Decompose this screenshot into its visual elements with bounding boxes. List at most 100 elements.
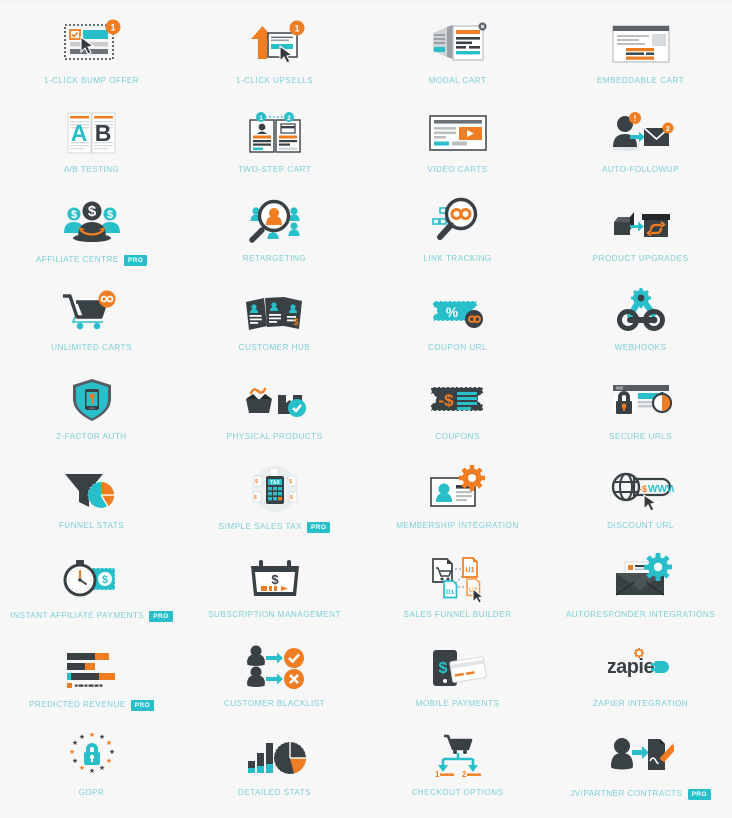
physical-products-icon: [239, 372, 311, 428]
feature-card-customer-hub[interactable]: $ CUSTOMER HUB: [183, 279, 366, 368]
feature-card-autoresponder-integrations[interactable]: AUTORESPONDER INTEGRATIONS: [549, 546, 732, 635]
feature-card-sales-funnel-builder[interactable]: U1 U2 D1 SALES FUNNEL BUILDER: [366, 546, 549, 635]
feature-card-product-upgrades[interactable]: PRODUCT UPGRADES: [549, 190, 732, 279]
feature-label: AFFILIATE CENTRE: [35, 255, 119, 265]
feature-card-detailed-stats[interactable]: DETAILED STATS: [183, 724, 366, 813]
svg-text:WWW: WWW: [648, 484, 674, 495]
feature-label: DETAILED STATS: [237, 788, 312, 797]
gdpr-icon: ★ ★ ★ ★ ★ ★ ★ ★ ★ ★ ★ ★: [56, 728, 128, 784]
sales-funnel-builder-icon: U1 U2 D1: [422, 550, 494, 606]
feature-card-link-tracking[interactable]: LINK TRACKING: [366, 190, 549, 279]
svg-text:★: ★: [71, 739, 77, 747]
svg-text:zapier: zapier: [608, 656, 662, 678]
feature-label: SUBSCRIPTION MANAGEMENT: [208, 610, 341, 619]
jv-partner-contracts-icon: [605, 728, 677, 784]
feature-card-subscription-management[interactable]: $ SUBSCRIPTION MANAGEMENT: [183, 546, 366, 635]
feature-label-row: AUTORESPONDER INTEGRATIONS: [566, 610, 715, 619]
feature-label-row: PRODUCT UPGRADES: [593, 254, 689, 263]
feature-label-row: PHYSICAL PRODUCTS: [226, 432, 322, 441]
feature-label-row: GDPR: [79, 788, 104, 797]
secure-urls-icon: [605, 372, 677, 428]
feature-label-row: CHECKOUT OPTIONS: [411, 788, 503, 797]
svg-text:2: 2: [666, 126, 670, 133]
feature-card-webhooks[interactable]: WEBHOOKS: [549, 279, 732, 368]
svg-text:TAX: TAX: [270, 480, 280, 486]
feature-label: AUTO-FOLLOWUP: [601, 165, 680, 174]
svg-text:★: ★: [88, 731, 94, 739]
feature-card-physical-products[interactable]: PHYSICAL PRODUCTS: [183, 368, 366, 457]
svg-text:$: $: [290, 495, 293, 501]
feature-label-row: DISCOUNT URL: [607, 521, 674, 530]
feature-card-secure-urls[interactable]: SECURE URLS: [549, 368, 732, 457]
unlimited-carts-icon: [56, 283, 128, 339]
svg-text:$: $: [293, 317, 298, 327]
svg-text:$: $: [255, 479, 258, 485]
feature-card-video-cart[interactable]: VIDEO CARTS: [366, 101, 549, 190]
feature-label: FUNNEL STATS: [58, 521, 125, 530]
svg-text:$: $: [87, 203, 96, 220]
feature-card-membership-integration[interactable]: MEMBERSHIP INTEGRATION: [366, 457, 549, 546]
top-section-divider: [0, 0, 732, 4]
checkout-options-icon: 1 2: [422, 728, 494, 784]
svg-text:!: !: [633, 114, 636, 123]
feature-card-embeddable-cart[interactable]: EMBEDDABLE CART: [549, 12, 732, 101]
feature-label: RETARGETING: [242, 254, 307, 263]
feature-card-affiliate-centre[interactable]: $ $ $ AFFILIATE CENTRE PRO: [0, 190, 183, 279]
feature-card-coupons[interactable]: -$ COUPONS: [366, 368, 549, 457]
feature-card-modal-cart[interactable]: MODAL CART: [366, 12, 549, 101]
feature-label-row: COUPON URL: [428, 343, 487, 352]
coupon-url-icon: %: [422, 283, 494, 339]
svg-text:$: $: [101, 574, 107, 586]
pro-badge: PRO: [130, 700, 155, 711]
feature-label-row: PREDICTED REVENUE PRO: [29, 700, 155, 711]
feature-card-instant-affiliate-payments[interactable]: $ INSTANT AFFILIATE PAYMENTS PRO: [0, 546, 183, 635]
mobile-payments-icon: $: [422, 639, 494, 695]
feature-card-checkout-options[interactable]: 1 2 CHECKOUT OPTIONS: [366, 724, 549, 813]
discount-url-icon: -$ WWW: [605, 461, 677, 517]
feature-card-discount-url[interactable]: -$ WWW DISCOUNT URL: [549, 457, 732, 546]
svg-text:★: ★: [98, 764, 104, 772]
feature-label-row: INSTANT AFFILIATE PAYMENTS PRO: [10, 611, 173, 622]
svg-text:A: A: [70, 120, 87, 146]
feature-card-coupon-url[interactable]: % COUPON URL: [366, 279, 549, 368]
pro-badge: PRO: [123, 255, 148, 266]
sales-tax-icon: $ $ $ $ TAX: [239, 461, 311, 517]
feature-card-auto-followup[interactable]: ! 2 AUTO-FOLLOWUP: [549, 101, 732, 190]
feature-card-sales-tax[interactable]: $ $ $ $ TAX SIMPLE SALES TAX PRO: [183, 457, 366, 546]
feature-card-two-factor-auth[interactable]: 2-FACTOR AUTH: [0, 368, 183, 457]
feature-label: INSTANT AFFILIATE PAYMENTS: [10, 611, 145, 621]
feature-card-mobile-payments[interactable]: $ MOBILE PAYMENTS: [366, 635, 549, 724]
svg-text:1: 1: [110, 22, 115, 32]
feature-card-gdpr[interactable]: ★ ★ ★ ★ ★ ★ ★ ★ ★ ★ ★ ★ GDPR: [0, 724, 183, 813]
auto-followup-icon: ! 2: [605, 105, 677, 161]
feature-label: 1-CLICK UPSELLS: [235, 76, 314, 85]
feature-label-row: WEBHOOKS: [615, 343, 667, 352]
feature-card-retargeting[interactable]: RETARGETING: [183, 190, 366, 279]
feature-card-customer-blacklist[interactable]: CUSTOMER BLACKLIST: [183, 635, 366, 724]
feature-card-bump-offer[interactable]: 1 1-CLICK BUMP OFFER: [0, 12, 183, 101]
svg-text:$: $: [438, 660, 447, 677]
feature-label-row: EMBEDDABLE CART: [597, 76, 684, 85]
feature-label-row: UNLIMITED CARTS: [51, 343, 132, 352]
two-factor-auth-icon: [56, 372, 128, 428]
feature-label: VIDEO CARTS: [427, 165, 488, 174]
svg-text:$: $: [271, 572, 279, 587]
feature-label: 2-FACTOR AUTH: [56, 432, 127, 441]
svg-text:★: ★: [68, 748, 74, 756]
feature-card-ab-testing[interactable]: A B A/B TESTING: [0, 101, 183, 190]
feature-card-upsell-arrow[interactable]: 1 1-CLICK UPSELLS: [183, 12, 366, 101]
svg-text:★: ★: [105, 739, 111, 747]
modal-cart-icon: [422, 16, 494, 72]
customer-blacklist-icon: [239, 639, 311, 695]
pro-badge: PRO: [149, 611, 173, 622]
feature-card-zapier-integration[interactable]: zapier ZAPIER INTEGRATION: [549, 635, 732, 724]
feature-label: MEMBERSHIP INTEGRATION: [396, 521, 519, 530]
two-step-cart-icon: 1 2: [239, 105, 311, 161]
feature-card-two-step-cart[interactable]: 1 2 TWO-STEP CART: [183, 101, 366, 190]
svg-text:$: $: [70, 209, 76, 221]
feature-card-jv-partner-contracts[interactable]: JV/PARTNER CONTRACTS PRO: [549, 724, 732, 813]
bump-offer-icon: 1: [56, 16, 128, 72]
feature-card-predicted-revenue[interactable]: PREDICTED REVENUE PRO: [0, 635, 183, 724]
feature-card-unlimited-carts[interactable]: UNLIMITED CARTS: [0, 279, 183, 368]
feature-card-funnel-stats[interactable]: FUNNEL STATS: [0, 457, 183, 546]
